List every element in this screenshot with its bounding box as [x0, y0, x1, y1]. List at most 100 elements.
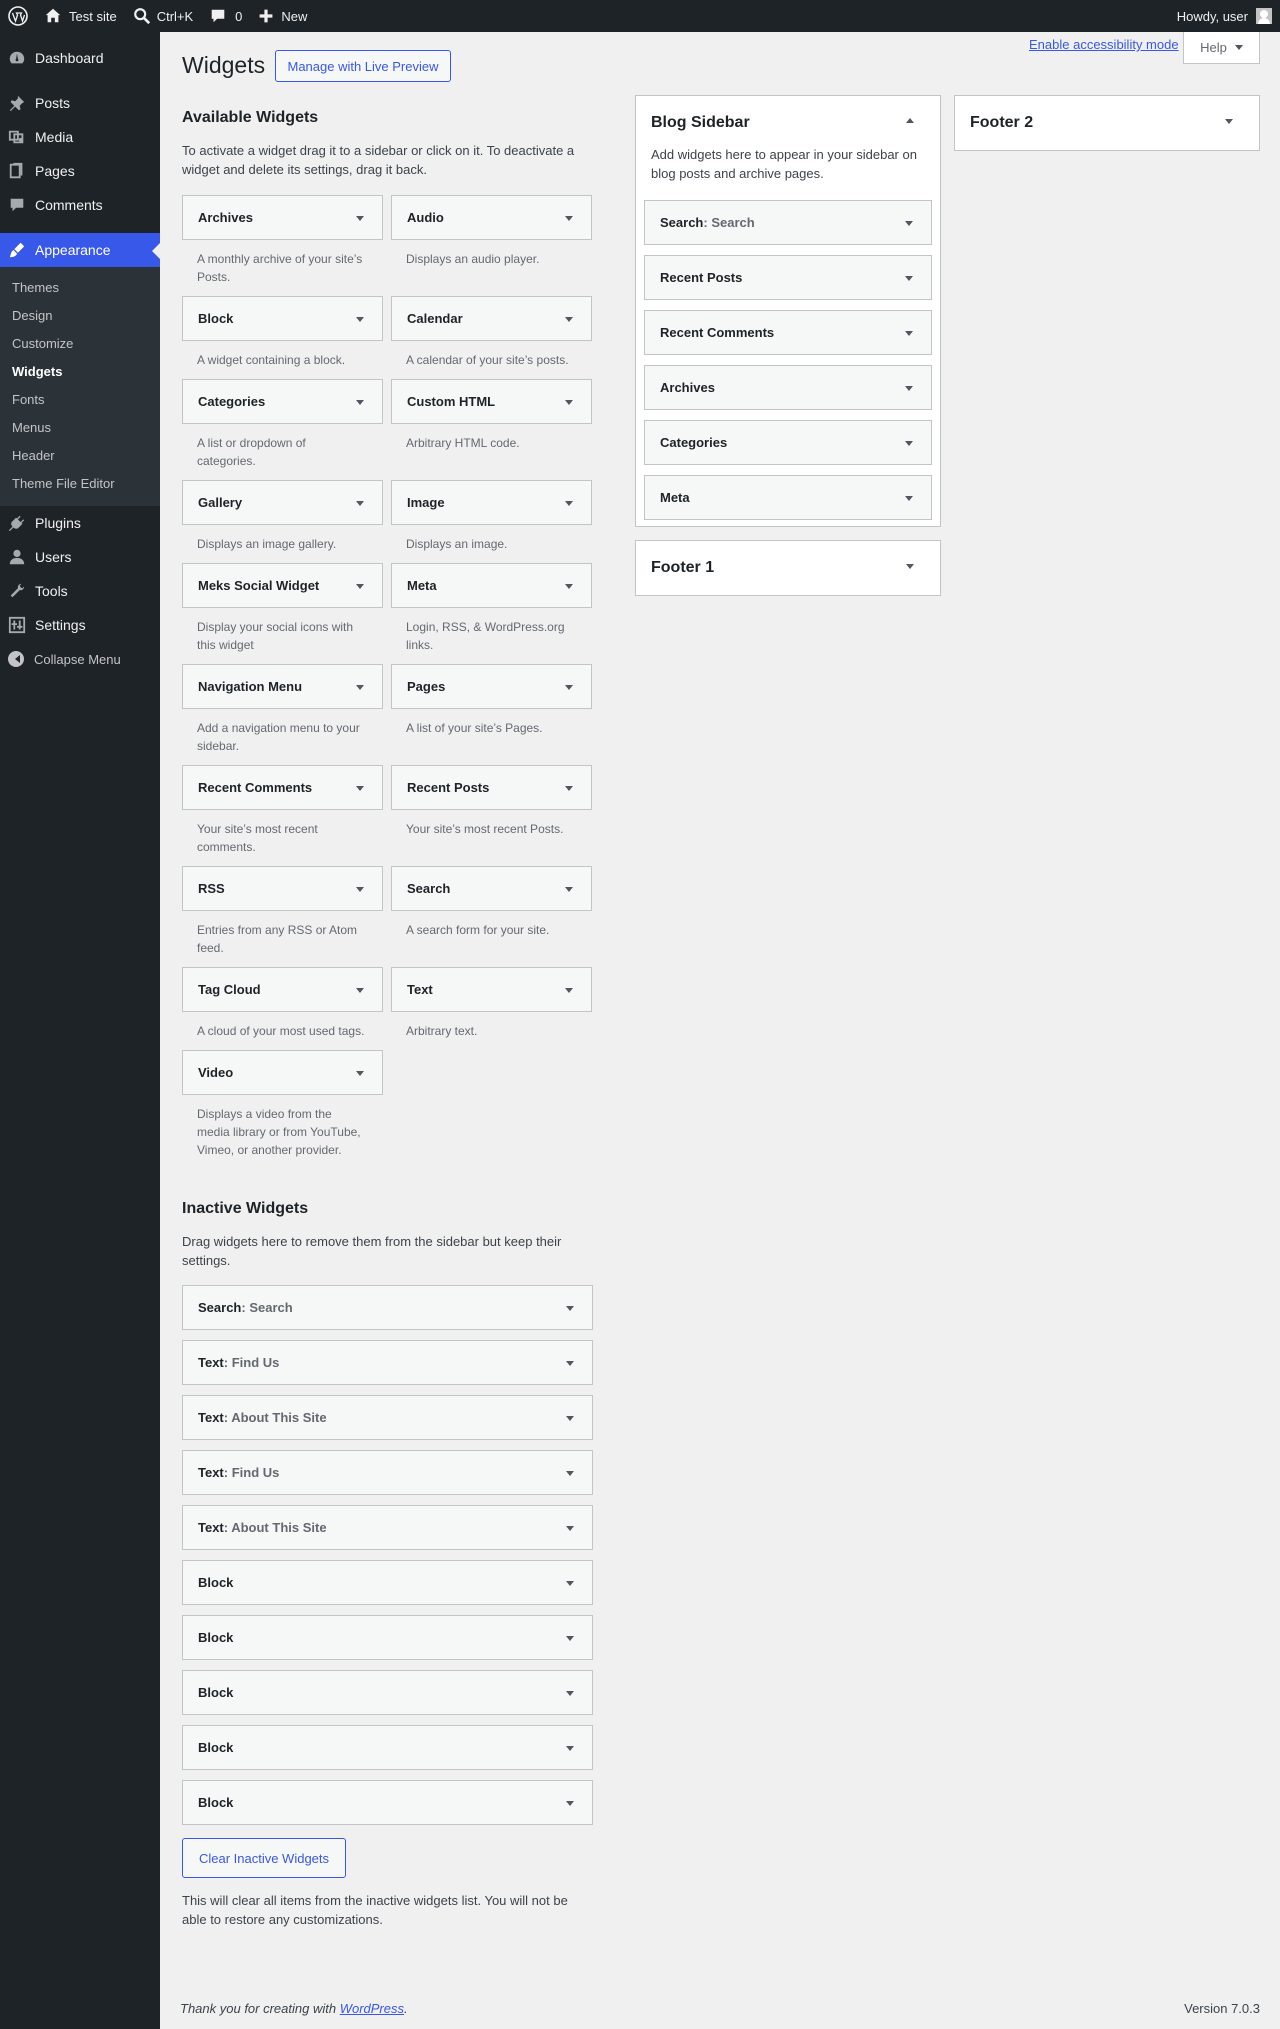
sidebar-widget[interactable]: Meta [644, 475, 932, 520]
menu-posts[interactable]: Posts [0, 86, 160, 120]
chevron-down-icon[interactable] [565, 400, 573, 405]
menu-pages[interactable]: Pages [0, 154, 160, 188]
inactive-widget[interactable]: Text: About This Site [182, 1395, 593, 1440]
chevron-down-icon[interactable] [566, 1746, 574, 1751]
chevron-down-icon[interactable] [1225, 119, 1233, 124]
chevron-up-icon[interactable] [906, 118, 914, 123]
chevron-down-icon[interactable] [905, 496, 913, 501]
inactive-widget[interactable]: Text: Find Us [182, 1340, 593, 1385]
menu-users[interactable]: Users [0, 540, 160, 574]
chevron-down-icon[interactable] [356, 887, 364, 892]
chevron-down-icon[interactable] [356, 584, 364, 589]
submenu-header[interactable]: Header [0, 442, 160, 470]
inactive-widget[interactable]: Block [182, 1725, 593, 1770]
submenu-fonts[interactable]: Fonts [0, 386, 160, 414]
available-widget[interactable]: Custom HTML [391, 379, 592, 424]
chevron-down-icon[interactable] [566, 1636, 574, 1641]
available-widget[interactable]: Tag Cloud [182, 967, 383, 1012]
menu-media[interactable]: Media [0, 120, 160, 154]
chevron-down-icon[interactable] [566, 1306, 574, 1311]
chevron-down-icon[interactable] [566, 1526, 574, 1531]
site-name-link[interactable]: Test site [36, 0, 125, 32]
menu-dashboard[interactable]: Dashboard [0, 41, 160, 75]
chevron-down-icon[interactable] [905, 331, 913, 336]
sidebar-widget[interactable]: Recent Posts [644, 255, 932, 300]
submenu-menus[interactable]: Menus [0, 414, 160, 442]
available-widget[interactable]: Archives [182, 195, 383, 240]
available-widget[interactable]: Audio [391, 195, 592, 240]
menu-tools[interactable]: Tools [0, 574, 160, 608]
menu-settings[interactable]: Settings [0, 608, 160, 642]
chevron-down-icon[interactable] [565, 786, 573, 791]
available-widget[interactable]: Navigation Menu [182, 664, 383, 709]
available-widget[interactable]: Image [391, 480, 592, 525]
menu-appearance[interactable]: Appearance [0, 233, 160, 267]
chevron-down-icon[interactable] [565, 887, 573, 892]
comments-link[interactable]: 0 [201, 0, 250, 32]
available-widget[interactable]: Categories [182, 379, 383, 424]
chevron-down-icon[interactable] [356, 501, 364, 506]
new-content-button[interactable]: New [250, 0, 315, 32]
help-tab-button[interactable]: Help [1183, 32, 1260, 64]
inactive-widget[interactable]: Search: Search [182, 1285, 593, 1330]
chevron-down-icon[interactable] [566, 1361, 574, 1366]
available-widget[interactable]: Video [182, 1050, 383, 1095]
chevron-down-icon[interactable] [905, 221, 913, 226]
submenu-customize[interactable]: Customize [0, 330, 160, 358]
chevron-down-icon[interactable] [566, 1801, 574, 1806]
available-widget[interactable]: Calendar [391, 296, 592, 341]
sidebar-widget[interactable]: Recent Comments [644, 310, 932, 355]
menu-plugins[interactable]: Plugins [0, 506, 160, 540]
collapse-menu-button[interactable]: Collapse Menu [0, 642, 160, 676]
available-widget[interactable]: Recent Comments [182, 765, 383, 810]
available-widget[interactable]: Recent Posts [391, 765, 592, 810]
accessibility-mode-link[interactable]: Enable accessibility mode [1029, 37, 1179, 52]
chevron-down-icon[interactable] [565, 584, 573, 589]
chevron-down-icon[interactable] [356, 685, 364, 690]
available-widget[interactable]: Block [182, 296, 383, 341]
available-widget[interactable]: Search [391, 866, 592, 911]
my-account-menu[interactable]: Howdy, user [1177, 8, 1280, 24]
inactive-widget[interactable]: Text: About This Site [182, 1505, 593, 1550]
chevron-down-icon[interactable] [566, 1471, 574, 1476]
sidebar-widget[interactable]: Categories [644, 420, 932, 465]
submenu-design[interactable]: Design [0, 302, 160, 330]
chevron-down-icon[interactable] [356, 1071, 364, 1076]
command-palette-button[interactable]: Ctrl+K [125, 0, 201, 32]
chevron-down-icon[interactable] [565, 685, 573, 690]
chevron-down-icon[interactable] [356, 400, 364, 405]
chevron-down-icon[interactable] [356, 317, 364, 322]
sidebar-widget[interactable]: Search: Search [644, 200, 932, 245]
live-preview-button[interactable]: Manage with Live Preview [275, 50, 451, 82]
wordpress-logo-icon[interactable] [0, 0, 36, 32]
submenu-themes[interactable]: Themes [0, 274, 160, 302]
inactive-widget[interactable]: Block [182, 1780, 593, 1825]
chevron-down-icon[interactable] [566, 1691, 574, 1696]
inactive-widget[interactable]: Text: Find Us [182, 1450, 593, 1495]
blog-sidebar-area[interactable]: Blog Sidebar Add widgets here to appear … [635, 95, 941, 527]
submenu-widgets[interactable]: Widgets [0, 358, 160, 386]
available-widget[interactable]: Meta [391, 563, 592, 608]
chevron-down-icon[interactable] [566, 1416, 574, 1421]
inactive-widget[interactable]: Block [182, 1615, 593, 1660]
submenu-theme-file-editor[interactable]: Theme File Editor [0, 470, 160, 498]
footer-1-area[interactable]: Footer 1 [635, 540, 941, 596]
clear-inactive-widgets-button[interactable]: Clear Inactive Widgets [182, 1838, 346, 1878]
available-widget[interactable]: Pages [391, 664, 592, 709]
wordpress-link[interactable]: WordPress [340, 2001, 404, 2016]
available-widget[interactable]: Gallery [182, 480, 383, 525]
inactive-widget[interactable]: Block [182, 1560, 593, 1605]
menu-comments[interactable]: Comments [0, 188, 160, 222]
available-widget[interactable]: Meks Social Widget [182, 563, 383, 608]
available-widget[interactable]: Text [391, 967, 592, 1012]
sidebar-widget[interactable]: Archives [644, 365, 932, 410]
chevron-down-icon[interactable] [565, 501, 573, 506]
chevron-down-icon[interactable] [356, 786, 364, 791]
footer-2-area[interactable]: Footer 2 [954, 95, 1260, 151]
chevron-down-icon[interactable] [566, 1581, 574, 1586]
chevron-down-icon[interactable] [905, 386, 913, 391]
chevron-down-icon[interactable] [906, 564, 914, 569]
chevron-down-icon[interactable] [565, 988, 573, 993]
chevron-down-icon[interactable] [905, 276, 913, 281]
available-widget[interactable]: RSS [182, 866, 383, 911]
